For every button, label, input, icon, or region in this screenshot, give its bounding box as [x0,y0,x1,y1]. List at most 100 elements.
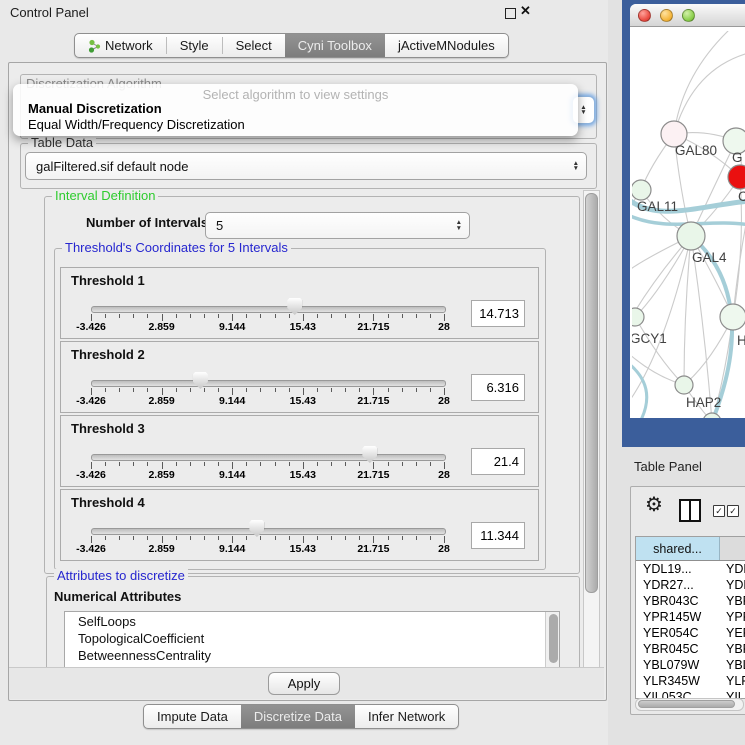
tab-jactivemnodules[interactable]: jActiveMNodules [385,34,508,57]
slider-tick-label: 15.43 [290,395,316,407]
tab-style[interactable]: Style [167,34,222,57]
zoom-window-icon[interactable] [682,9,695,22]
stepper-arrows-icon: ▲▼ [580,105,586,116]
cell-shared-name[interactable]: YBR045C [636,641,720,657]
slider-tick [303,314,304,321]
number-of-intervals-combobox[interactable]: 5 ▲▼ [205,212,470,239]
tab-impute-data[interactable]: Impute Data [144,705,241,728]
table-hscrollbar-track[interactable] [635,698,744,711]
tab-infer-network[interactable]: Infer Network [355,705,458,728]
checkbox-icon[interactable]: ✓ [713,505,725,517]
slider-tick [218,462,219,466]
tab-select[interactable]: Select [223,34,285,57]
slider-tick [373,388,374,395]
float-window-icon[interactable] [505,8,516,19]
apply-button[interactable]: Apply [268,672,340,695]
network-node-h[interactable] [720,304,745,330]
cell-name[interactable]: YBL0 [720,657,745,673]
node-label: G [732,150,743,165]
cell-shared-name[interactable]: YDL19... [636,561,720,577]
table-row[interactable]: YPR145WYPR1 [636,609,745,625]
cell-shared-name[interactable]: YIL053C [636,689,720,698]
threshold-value-field[interactable]: 11.344 [471,522,525,549]
network-node-gcy1[interactable] [632,308,644,326]
table-row[interactable]: YLR345WYLR3 [636,673,745,689]
table-hscrollbar-thumb[interactable] [638,700,735,708]
slider-tick [190,462,191,466]
threshold-value-field[interactable]: 21.4 [471,448,525,475]
threshold-value-field[interactable]: 14.713 [471,300,525,327]
table-row[interactable]: YBL079WYBL0 [636,657,745,673]
table-data-combobox[interactable]: galFiltered.sif default node ▲▼ [25,152,587,180]
cell-shared-name[interactable]: YDR27... [636,577,720,593]
attribute-item-topologicalcoefficient[interactable]: TopologicalCoefficient [78,631,204,646]
number-of-intervals-label: Number of Intervals [86,215,208,230]
slider-tick-label: 9.144 [219,395,245,407]
network-canvas[interactable]: GAL80GCGAL11GAL4GCY1HHAP2 [632,31,745,418]
table-row[interactable]: YBR045CYBR0 [636,641,745,657]
slider-tick [331,462,332,466]
slider-tick [147,314,148,318]
split-columns-icon[interactable] [679,499,701,522]
close-icon[interactable]: ✕ [520,3,531,19]
slider-track[interactable] [91,380,446,387]
column-header-shared-name[interactable]: shared... [636,537,720,560]
cell-shared-name[interactable]: YPR145W [636,609,720,625]
popup-item-equal-width-frequency-discretization[interactable]: Equal Width/Frequency Discretization [28,117,245,132]
table-row[interactable]: YBR043CYBR0 [636,593,745,609]
tab-discretize-data[interactable]: Discretize Data [241,705,355,728]
gear-icon[interactable]: ⚙ [645,495,663,515]
slider-tick-label: 28 [438,543,450,555]
cell-name[interactable]: YIL0 [720,689,745,698]
column-header-name[interactable]: na [720,537,745,560]
cell-shared-name[interactable]: YBL079W [636,657,720,673]
slider-tick [176,462,177,466]
table-row[interactable]: YIL053CYIL0 [636,689,745,698]
cell-shared-name[interactable]: YER054C [636,625,720,641]
network-node-gal4[interactable] [677,222,705,250]
slider-track[interactable] [91,306,446,313]
cell-shared-name[interactable]: YLR345W [636,673,720,689]
network-window-titlebar[interactable] [630,4,745,27]
checkbox-icon[interactable]: ✓ [727,505,739,517]
slider-tick-label: 28 [438,395,450,407]
tab-label: Cyni Toolbox [298,38,372,53]
list-scrollbar-thumb[interactable] [549,614,558,663]
slider-tick [289,462,290,466]
slider-tick [176,314,177,318]
network-node-hap2[interactable] [675,376,693,394]
cell-name[interactable]: YBR0 [720,641,745,657]
network-node-gal11[interactable] [632,180,651,200]
threshold-value-field[interactable]: 6.316 [471,374,525,401]
attribute-item-selfloops[interactable]: SelfLoops [78,614,136,629]
node-label: GAL11 [637,199,678,214]
cell-name[interactable]: YLR3 [720,673,745,689]
cell-name[interactable]: YDR2 [720,577,745,593]
panel-scrollbar-thumb[interactable] [585,193,598,593]
attributes-group-label: Attributes to discretize [54,569,188,582]
slider-track[interactable] [91,454,446,461]
attribute-item-betweennesscentrality[interactable]: BetweennessCentrality [78,648,211,663]
cell-name[interactable]: YDL1 [720,561,745,577]
slider-tick [260,462,261,466]
slider-track[interactable] [91,528,446,535]
list-scrollbar-track[interactable] [545,612,559,667]
node-label: GCY1 [632,331,667,346]
close-window-icon[interactable] [638,9,651,22]
slider-tick [133,314,134,318]
tab-network[interactable]: Network [75,34,166,57]
cell-shared-name[interactable]: YBR043C [636,593,720,609]
table-row[interactable]: YDL19...YDL1 [636,561,745,577]
table-row[interactable]: YDR27...YDR2 [636,577,745,593]
slider-tick-label: 21.715 [357,321,389,333]
minimize-window-icon[interactable] [660,9,673,22]
popup-item-manual-discretization[interactable]: Manual Discretization [28,101,162,116]
cell-name[interactable]: YPR1 [720,609,745,625]
cell-name[interactable]: YBR0 [720,593,745,609]
cell-name[interactable]: YER0 [720,625,745,641]
slider-tick [246,388,247,392]
tab-cyni-toolbox[interactable]: Cyni Toolbox [285,34,385,57]
slider-tick [147,462,148,466]
table-row[interactable]: YER054CYER0 [636,625,745,641]
slider-tick [317,314,318,318]
